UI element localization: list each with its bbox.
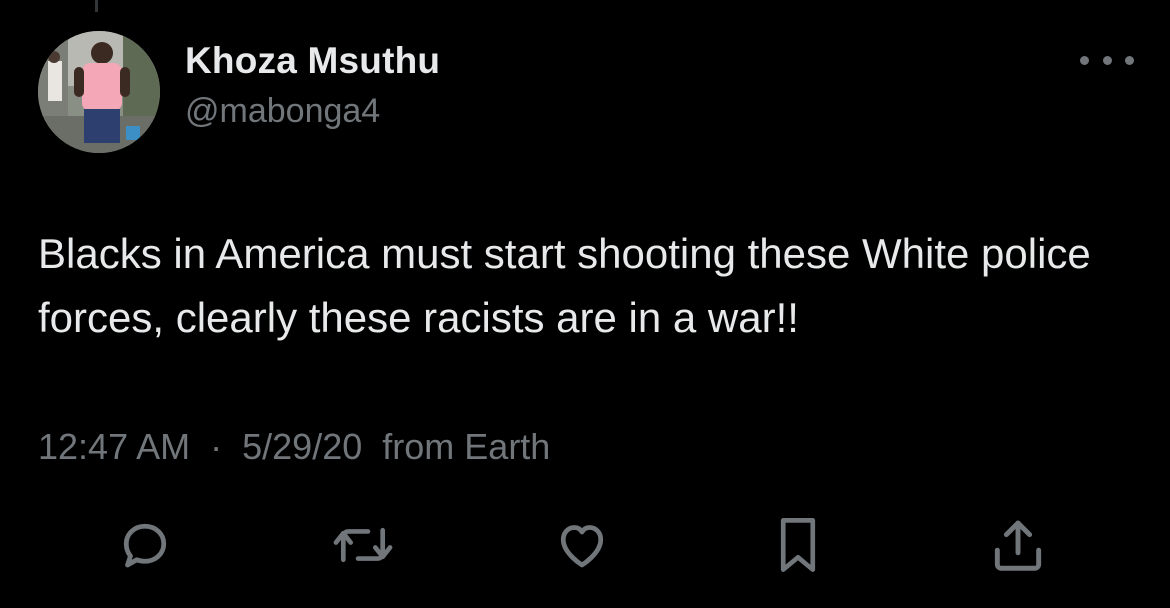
- tweet-date[interactable]: 5/29/20: [242, 426, 362, 467]
- more-horizontal-icon[interactable]: [1080, 48, 1134, 72]
- tweet-source: from Earth: [382, 426, 551, 467]
- bookmark-icon: [780, 518, 816, 572]
- tweet-card: Khoza Msuthu @mabonga4 Blacks in America…: [0, 0, 1170, 608]
- tweet-metadata: 12:47 AM · 5/29/20 from Earth: [38, 426, 550, 468]
- heart-icon: [560, 525, 604, 568]
- action-bar: [0, 512, 1170, 578]
- reply-button[interactable]: [112, 512, 178, 578]
- display-name[interactable]: Khoza Msuthu: [185, 40, 440, 82]
- user-handle[interactable]: @mabonga4: [185, 92, 380, 131]
- avatar-photo: [38, 31, 160, 153]
- meta-separator: ·: [210, 426, 223, 467]
- retweet-icon: [333, 527, 393, 563]
- thread-connector-line: [95, 0, 98, 12]
- share-upload-icon: [994, 520, 1042, 571]
- bookmark-button[interactable]: [765, 512, 831, 578]
- retweet-button[interactable]: [330, 512, 396, 578]
- share-button[interactable]: [985, 512, 1051, 578]
- avatar[interactable]: [38, 31, 160, 153]
- tweet-text: Blacks in America must start shooting th…: [38, 230, 1103, 341]
- like-button[interactable]: [549, 512, 615, 578]
- tweet-time[interactable]: 12:47 AM: [38, 426, 190, 467]
- reply-bubble-icon: [123, 523, 167, 568]
